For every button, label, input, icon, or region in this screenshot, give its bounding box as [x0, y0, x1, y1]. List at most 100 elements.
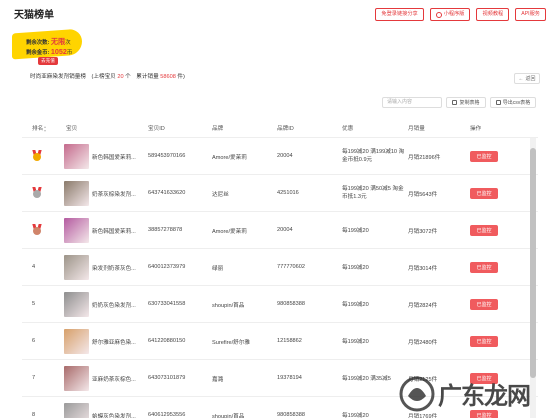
watermark-logo-icon [399, 376, 435, 412]
product-id: 641220880150 [148, 338, 186, 344]
count-prefix: (上榜宝贝 [91, 74, 116, 80]
product-thumbnail[interactable] [64, 366, 89, 391]
rank-number: 8 [32, 412, 36, 418]
back-label: 返回 [525, 76, 536, 82]
coins-label: 剩余金币: [26, 50, 50, 56]
scrollbar-thumb[interactable] [530, 148, 536, 378]
product-id: 643741633620 [148, 190, 186, 196]
watermark-text: 广东龙网 [438, 381, 531, 410]
product-name[interactable]: 亚麻奶茶灰棕色... [92, 375, 140, 383]
promo-text: 每199减20 满35减5 [342, 376, 391, 382]
product-thumbnail[interactable] [64, 218, 89, 243]
brand-id: 12158862 [277, 338, 302, 344]
recharge-button[interactable]: 去充值 [38, 57, 58, 65]
export-icon [495, 100, 501, 105]
remaining-value: 无限 [50, 37, 66, 46]
monitor-button[interactable]: 已监控 [470, 410, 498, 418]
product-name[interactable]: 染发剂奶茶灰色... [92, 264, 140, 272]
sales-value: 58608 [160, 74, 176, 80]
brand-id: 4251016 [277, 190, 299, 196]
rank-number: 4 [32, 264, 36, 270]
promo-text: 每199减20 [342, 413, 369, 418]
product-name[interactable]: 奶奶灰色染发剂... [92, 301, 140, 309]
brand-name: shoupin/首品 [212, 414, 245, 418]
product-name[interactable]: 新色韩国爱茉莉... [92, 153, 140, 161]
top-button-2[interactable]: 视频教程 [476, 8, 510, 21]
brand-name: 绿丽 [212, 266, 224, 272]
monitor-button[interactable]: 已监控 [470, 225, 498, 236]
product-thumbnail[interactable] [64, 329, 89, 354]
quota-card: 剩余次数: 无限次 剩余金币: 1052币 去充值 [8, 25, 82, 65]
promo-text: 每199减20 [342, 228, 369, 234]
brand-id: 777770602 [277, 264, 305, 270]
promo-text: 每199减20 [342, 265, 369, 271]
brand-id: 980858388 [277, 412, 305, 418]
top-toolbar: 免登录链接分享 小程序版 视频教程 API服务 [375, 8, 546, 21]
product-thumbnail[interactable] [64, 181, 89, 206]
ranking-table: 排名 宝贝 宝贝ID 品牌 品牌ID 优惠 月销量 操作 新色韩国爱茉莉... 5… [22, 118, 538, 418]
product-thumbnail[interactable] [64, 292, 89, 317]
product-name[interactable]: 奶茶灰棕染发剂... [92, 190, 140, 198]
rank-number: 6 [32, 338, 36, 344]
sales-suffix: 件) [177, 74, 185, 80]
back-button[interactable]: ← 返回 [514, 73, 540, 84]
brand-id: 980858388 [277, 301, 305, 307]
gold-medal-icon [32, 150, 42, 162]
product-name[interactable]: 舒尔雅亚麻色染... [92, 338, 140, 346]
brand-name: Amore/爱茉莉 [212, 155, 247, 161]
top-button-label: 免登录链接分享 [381, 11, 418, 17]
header-brand: 品牌 [212, 126, 224, 132]
monthly-sales: 月销21896件 [408, 155, 441, 161]
header-promo: 优惠 [342, 126, 354, 132]
remaining-count: 剩余次数: 无限次 [26, 37, 71, 47]
product-name[interactable]: 蛤蟆灰色染发剂... [92, 412, 140, 418]
table-row: 新色韩国爱茉莉... 38857278878 Amore/爱茉莉 20004 每199减… [22, 212, 538, 249]
bronze-medal-icon [32, 224, 42, 236]
promo-text: 每199减20 满50减5 淘金币抵1.3元 [342, 186, 404, 200]
monthly-sales: 月销3014件 [408, 266, 438, 272]
header-rank[interactable]: 排名 [32, 124, 47, 132]
table-row: 5 奶奶灰色染发剂... 630733041558 shoupin/首品 9808583… [22, 286, 538, 323]
export-csv-button[interactable]: 导出csv表格 [490, 97, 536, 108]
remaining-unit: 次 [65, 40, 71, 46]
product-name[interactable]: 新色韩国爱茉莉... [92, 227, 140, 235]
scrollbar[interactable] [530, 138, 536, 418]
brand-name: Amore/爱茉莉 [212, 229, 247, 235]
top-button-0[interactable]: 免登录链接分享 [375, 8, 424, 21]
coins-unit: 币 [66, 50, 73, 56]
table-row: 4 染发剂奶茶灰色... 640012373979 绿丽 777770602 每199减2… [22, 249, 538, 286]
silver-medal-icon [32, 187, 42, 199]
table-header: 排名 宝贝 宝贝ID 品牌 品牌ID 优惠 月销量 操作 [22, 118, 538, 138]
monitor-button[interactable]: 已监控 [470, 262, 498, 273]
header-product-id: 宝贝ID [148, 126, 165, 132]
header-brand-id: 品牌ID [277, 126, 294, 132]
table-row: 奶茶灰棕染发剂... 643741633620 达尼丝 4251016 每199减20 … [22, 175, 538, 212]
product-thumbnail[interactable] [64, 144, 89, 169]
brand-name: Surefire/舒尔雅 [212, 340, 250, 346]
monitor-button[interactable]: 已监控 [470, 336, 498, 347]
product-thumbnail[interactable] [64, 255, 89, 280]
search-input[interactable]: 请输入内容 [382, 97, 442, 108]
brand-name: shoupin/首品 [212, 303, 245, 309]
product-id: 630733041558 [148, 301, 186, 307]
copy-table-button[interactable]: 复制表格 [446, 97, 486, 108]
export-label: 导出csv表格 [502, 100, 531, 106]
monitor-button[interactable]: 已监控 [470, 188, 498, 199]
top-button-label: 视频教程 [482, 11, 504, 17]
top-button-1[interactable]: 小程序版 [429, 8, 471, 21]
monthly-sales: 月销2480件 [408, 340, 438, 346]
product-thumbnail[interactable] [64, 403, 89, 418]
monitor-button[interactable]: 已监控 [470, 299, 498, 310]
product-id: 38857278878 [148, 227, 183, 233]
link-icon [435, 11, 442, 18]
header-rank-label: 排名 [32, 126, 44, 132]
product-id: 640012373979 [148, 264, 186, 270]
rank-number: 7 [32, 375, 36, 381]
header-monthly-sales: 月销量 [408, 126, 425, 132]
monthly-sales: 月销1769件 [408, 414, 438, 418]
top-button-3[interactable]: API服务 [515, 8, 546, 21]
page-title: 天猫榜单 [14, 10, 54, 21]
product-id: 589453970166 [148, 153, 186, 159]
monitor-button[interactable]: 已监控 [470, 151, 498, 162]
brand-id: 20004 [277, 153, 293, 159]
